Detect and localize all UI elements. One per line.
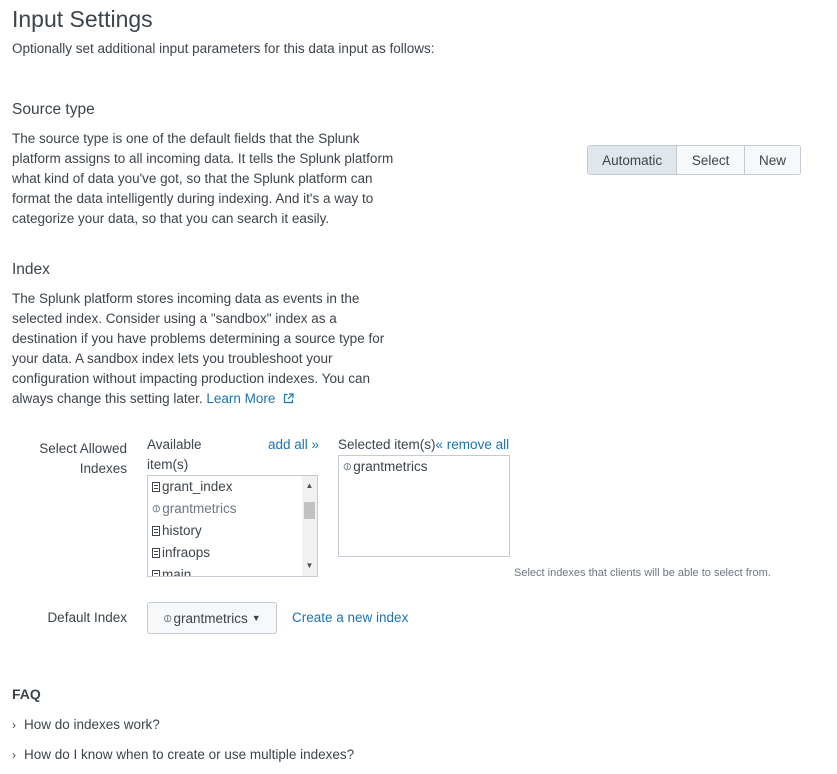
source-type-description-line: what kind of data you've got, so that th… [12,171,373,186]
database-icon [152,526,160,536]
default-index-value: grantmetrics [173,610,248,626]
index-description-line: destination if you have problems determi… [12,331,385,346]
scroll-up-arrow-icon[interactable]: ▲ [302,479,317,493]
scroll-thumb[interactable] [304,502,315,519]
new-button[interactable]: New [744,146,800,174]
available-items-label: Available item(s) [147,435,202,475]
source-type-title: Source type [12,101,95,118]
index-description-line: The Splunk platform stores incoming data… [12,291,360,306]
faq-item[interactable]: › How do I know when to create or use mul… [12,747,354,762]
list-item[interactable]: ⊘ grantmetrics [148,498,317,520]
list-item-label: history [162,523,202,538]
default-index-label: Default Index [47,610,127,625]
available-items-label-line: item(s) [147,457,189,472]
source-type-description-line: The source type is one of the default fi… [12,131,360,146]
list-item[interactable]: history [148,520,317,542]
add-all-link[interactable]: add all » [268,437,319,452]
source-type-description-line: platform assigns to all incoming data. I… [12,151,394,166]
allowed-indexes-hint: Select indexes that clients will be able… [514,567,771,579]
index-title: Index [12,261,50,278]
allowed-indexes-label-line: Indexes [79,461,127,476]
faq-item[interactable]: › How do indexes work? [12,717,160,732]
faq-item-label: How do I know when to create or use mult… [24,747,355,762]
remove-all-link[interactable]: « remove all [436,437,510,452]
chevron-right-icon: › [12,718,16,732]
scroll-down-arrow-icon[interactable]: ▼ [302,559,317,573]
index-description-line: configuration without impacting producti… [12,371,370,386]
caret-down-icon: ▼ [251,613,261,623]
automatic-button[interactable]: Automatic [588,146,677,174]
learn-more-link[interactable]: Learn More [206,391,294,406]
page-title: Input Settings [12,6,153,32]
external-link-icon [284,393,294,404]
database-icon [152,548,160,558]
index-description: The Splunk platform stores incoming data… [12,289,384,409]
index-description-line: your data. A sandbox index lets you trou… [12,351,333,366]
source-type-description: The source type is one of the default fi… [12,129,393,229]
faq-title: FAQ [12,686,41,702]
default-index-dropdown[interactable]: ⊘ grantmetrics ▼ [147,602,277,634]
selected-indexes-listbox[interactable]: ⊘ grantmetrics [338,455,510,557]
selected-items-header: Selected item(s)« remove all [338,437,509,452]
chevron-right-icon: › [12,748,16,762]
database-icon [152,482,160,492]
available-items-label-line: Available [147,437,202,452]
available-indexes-listbox[interactable]: grant_index ⊘ grantmetrics history infrao… [147,475,318,577]
index-description-line: always change this setting later. Learn … [12,389,384,409]
allowed-indexes-label: Select Allowed Indexes [20,439,127,479]
select-button[interactable]: Select [676,146,745,174]
database-icon [152,570,160,576]
source-type-description-line: format the data intelligently during ind… [12,191,374,206]
learn-more-label: Learn More [206,391,276,406]
list-item-label: infraops [162,545,211,560]
source-type-toggle: Automatic Select New [587,145,801,175]
list-item[interactable]: ⊘ grantmetrics [339,456,509,478]
input-settings-page: Input Settings Optionally set additional… [0,0,837,774]
faq-item-label: How do indexes work? [24,717,160,732]
page-subtitle: Optionally set additional input paramete… [12,41,435,56]
list-item[interactable]: infraops [148,542,317,564]
list-item-label: grantmetrics [162,501,237,516]
selected-items-label: Selected item(s) [338,437,436,452]
list-item-label: grant_index [162,479,233,494]
index-description-last: always change this setting later. [12,391,203,406]
index-description-line: selected index. Consider using a "sandbo… [12,311,337,326]
allowed-indexes-label-line: Select Allowed [39,441,127,456]
create-new-index-link[interactable]: Create a new index [292,610,408,625]
list-item-label: grantmetrics [353,459,428,474]
scrollbar[interactable]: ▲ ▼ [302,476,317,576]
source-type-description-line: categorize your data, so that you can se… [12,211,330,226]
list-item[interactable]: grant_index [148,476,317,498]
list-item[interactable]: main [148,564,317,577]
list-item-label: main [162,567,192,577]
